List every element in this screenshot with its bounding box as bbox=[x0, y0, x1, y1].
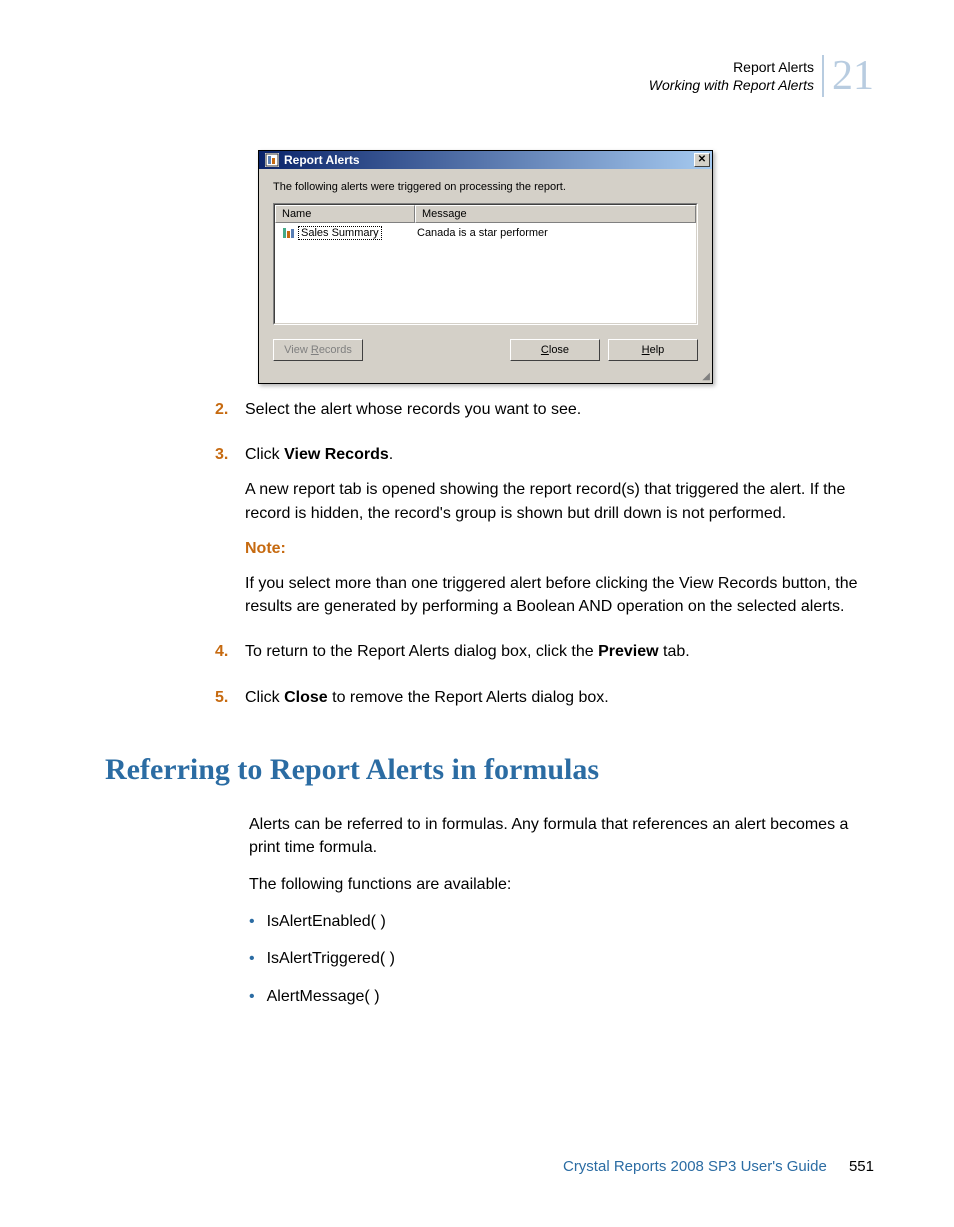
step-2: 2. Select the alert whose records you wa… bbox=[215, 398, 880, 433]
step-4-body: To return to the Report Alerts dialog bo… bbox=[245, 640, 690, 675]
bullet-1: • IsAlertEnabled( ) bbox=[249, 910, 880, 933]
alert-icon bbox=[281, 226, 295, 240]
section-heading: Referring to Report Alerts in formulas bbox=[105, 753, 880, 787]
dialog-intro-text: The following alerts were triggered on p… bbox=[273, 181, 698, 193]
dialog-screenshot: Report Alerts ✕ The following alerts wer… bbox=[258, 150, 713, 384]
alerts-listview: Name Message Sales Summary Canada is a s bbox=[273, 203, 698, 325]
close-icon[interactable]: ✕ bbox=[694, 153, 710, 167]
bullet-icon: • bbox=[249, 947, 255, 970]
step-5-suffix: to remove the Report Alerts dialog box. bbox=[328, 689, 609, 706]
help-button[interactable]: Help bbox=[608, 339, 698, 361]
page-number: 551 bbox=[849, 1158, 874, 1175]
step-5-prefix: Click bbox=[245, 689, 284, 706]
step-3-prefix: Click bbox=[245, 446, 284, 463]
dialog-title: Report Alerts bbox=[284, 153, 360, 167]
dialog-body: The following alerts were triggered on p… bbox=[259, 169, 712, 373]
col-message-header[interactable]: Message bbox=[415, 205, 696, 223]
note-text: If you select more than one triggered al… bbox=[245, 572, 880, 618]
bullet-2: • IsAlertTriggered( ) bbox=[249, 947, 880, 970]
right-buttons: Close Help bbox=[510, 339, 698, 361]
app-icon bbox=[265, 153, 279, 167]
list-item[interactable]: Sales Summary Canada is a star performer bbox=[277, 225, 694, 241]
listview-rows: Sales Summary Canada is a star performer bbox=[275, 223, 696, 243]
bullet-icon: • bbox=[249, 910, 255, 933]
chapter-number: 21 bbox=[822, 55, 874, 97]
step-2-body: Select the alert whose records you want … bbox=[245, 398, 581, 433]
step-4: 4. To return to the Report Alerts dialog… bbox=[215, 640, 880, 675]
dialog-titlebar: Report Alerts ✕ bbox=[259, 151, 712, 169]
step-3-text: Click View Records. bbox=[245, 443, 880, 466]
close-button[interactable]: Close bbox=[510, 339, 600, 361]
section-p1: Alerts can be referred to in formulas. A… bbox=[249, 813, 880, 859]
step-5-num: 5. bbox=[215, 686, 235, 721]
header-title: Report Alerts bbox=[649, 58, 814, 76]
step-5-text: Click Close to remove the Report Alerts … bbox=[245, 686, 609, 709]
bullet-3: • AlertMessage( ) bbox=[249, 985, 880, 1008]
step-4-bold: Preview bbox=[598, 643, 658, 660]
dialog-button-row: View Records Close Help bbox=[273, 339, 698, 361]
step-4-suffix: tab. bbox=[659, 643, 690, 660]
step-4-text: To return to the Report Alerts dialog bo… bbox=[245, 640, 690, 663]
row-name-cell: Sales Summary bbox=[281, 226, 417, 240]
page-footer: Crystal Reports 2008 SP3 User's Guide 55… bbox=[563, 1158, 874, 1175]
step-4-num: 4. bbox=[215, 640, 235, 675]
step-3-bold: View Records bbox=[284, 446, 389, 463]
step-5-body: Click Close to remove the Report Alerts … bbox=[245, 686, 609, 721]
col-name-header[interactable]: Name bbox=[275, 205, 415, 223]
header-text: Report Alerts Working with Report Alerts bbox=[649, 58, 814, 94]
step-2-text: Select the alert whose records you want … bbox=[245, 398, 581, 421]
section-p2: The following functions are available: bbox=[249, 873, 880, 896]
row-message: Canada is a star performer bbox=[417, 227, 690, 239]
step-2-num: 2. bbox=[215, 398, 235, 433]
step-3: 3. Click View Records. A new report tab … bbox=[215, 443, 880, 630]
step-4-prefix: To return to the Report Alerts dialog bo… bbox=[245, 643, 598, 660]
bullet-3-text: AlertMessage( ) bbox=[267, 985, 380, 1008]
step-3-detail: A new report tab is opened showing the r… bbox=[245, 478, 880, 524]
bullet-1-text: IsAlertEnabled( ) bbox=[267, 910, 386, 933]
resize-grip-icon: ◢ bbox=[259, 373, 712, 383]
footer-text: Crystal Reports 2008 SP3 User's Guide bbox=[563, 1158, 827, 1175]
row-name: Sales Summary bbox=[298, 226, 382, 240]
page-header: Report Alerts Working with Report Alerts… bbox=[649, 55, 874, 97]
page-content: 2. Select the alert whose records you wa… bbox=[215, 398, 880, 1022]
bullet-icon: • bbox=[249, 985, 255, 1008]
step-3-suffix: . bbox=[389, 446, 393, 463]
view-records-button: View Records bbox=[273, 339, 363, 361]
listview-headers: Name Message bbox=[275, 205, 696, 223]
note-label: Note: bbox=[245, 537, 880, 560]
step-5-bold: Close bbox=[284, 689, 328, 706]
report-alerts-dialog: Report Alerts ✕ The following alerts wer… bbox=[258, 150, 713, 384]
listview-inner: Name Message Sales Summary Canada is a s bbox=[274, 204, 697, 324]
step-5: 5. Click Close to remove the Report Aler… bbox=[215, 686, 880, 721]
header-subtitle: Working with Report Alerts bbox=[649, 76, 814, 94]
bullet-2-text: IsAlertTriggered( ) bbox=[267, 947, 395, 970]
step-3-body: Click View Records. A new report tab is … bbox=[245, 443, 880, 630]
titlebar-left: Report Alerts bbox=[265, 153, 360, 167]
step-3-num: 3. bbox=[215, 443, 235, 630]
